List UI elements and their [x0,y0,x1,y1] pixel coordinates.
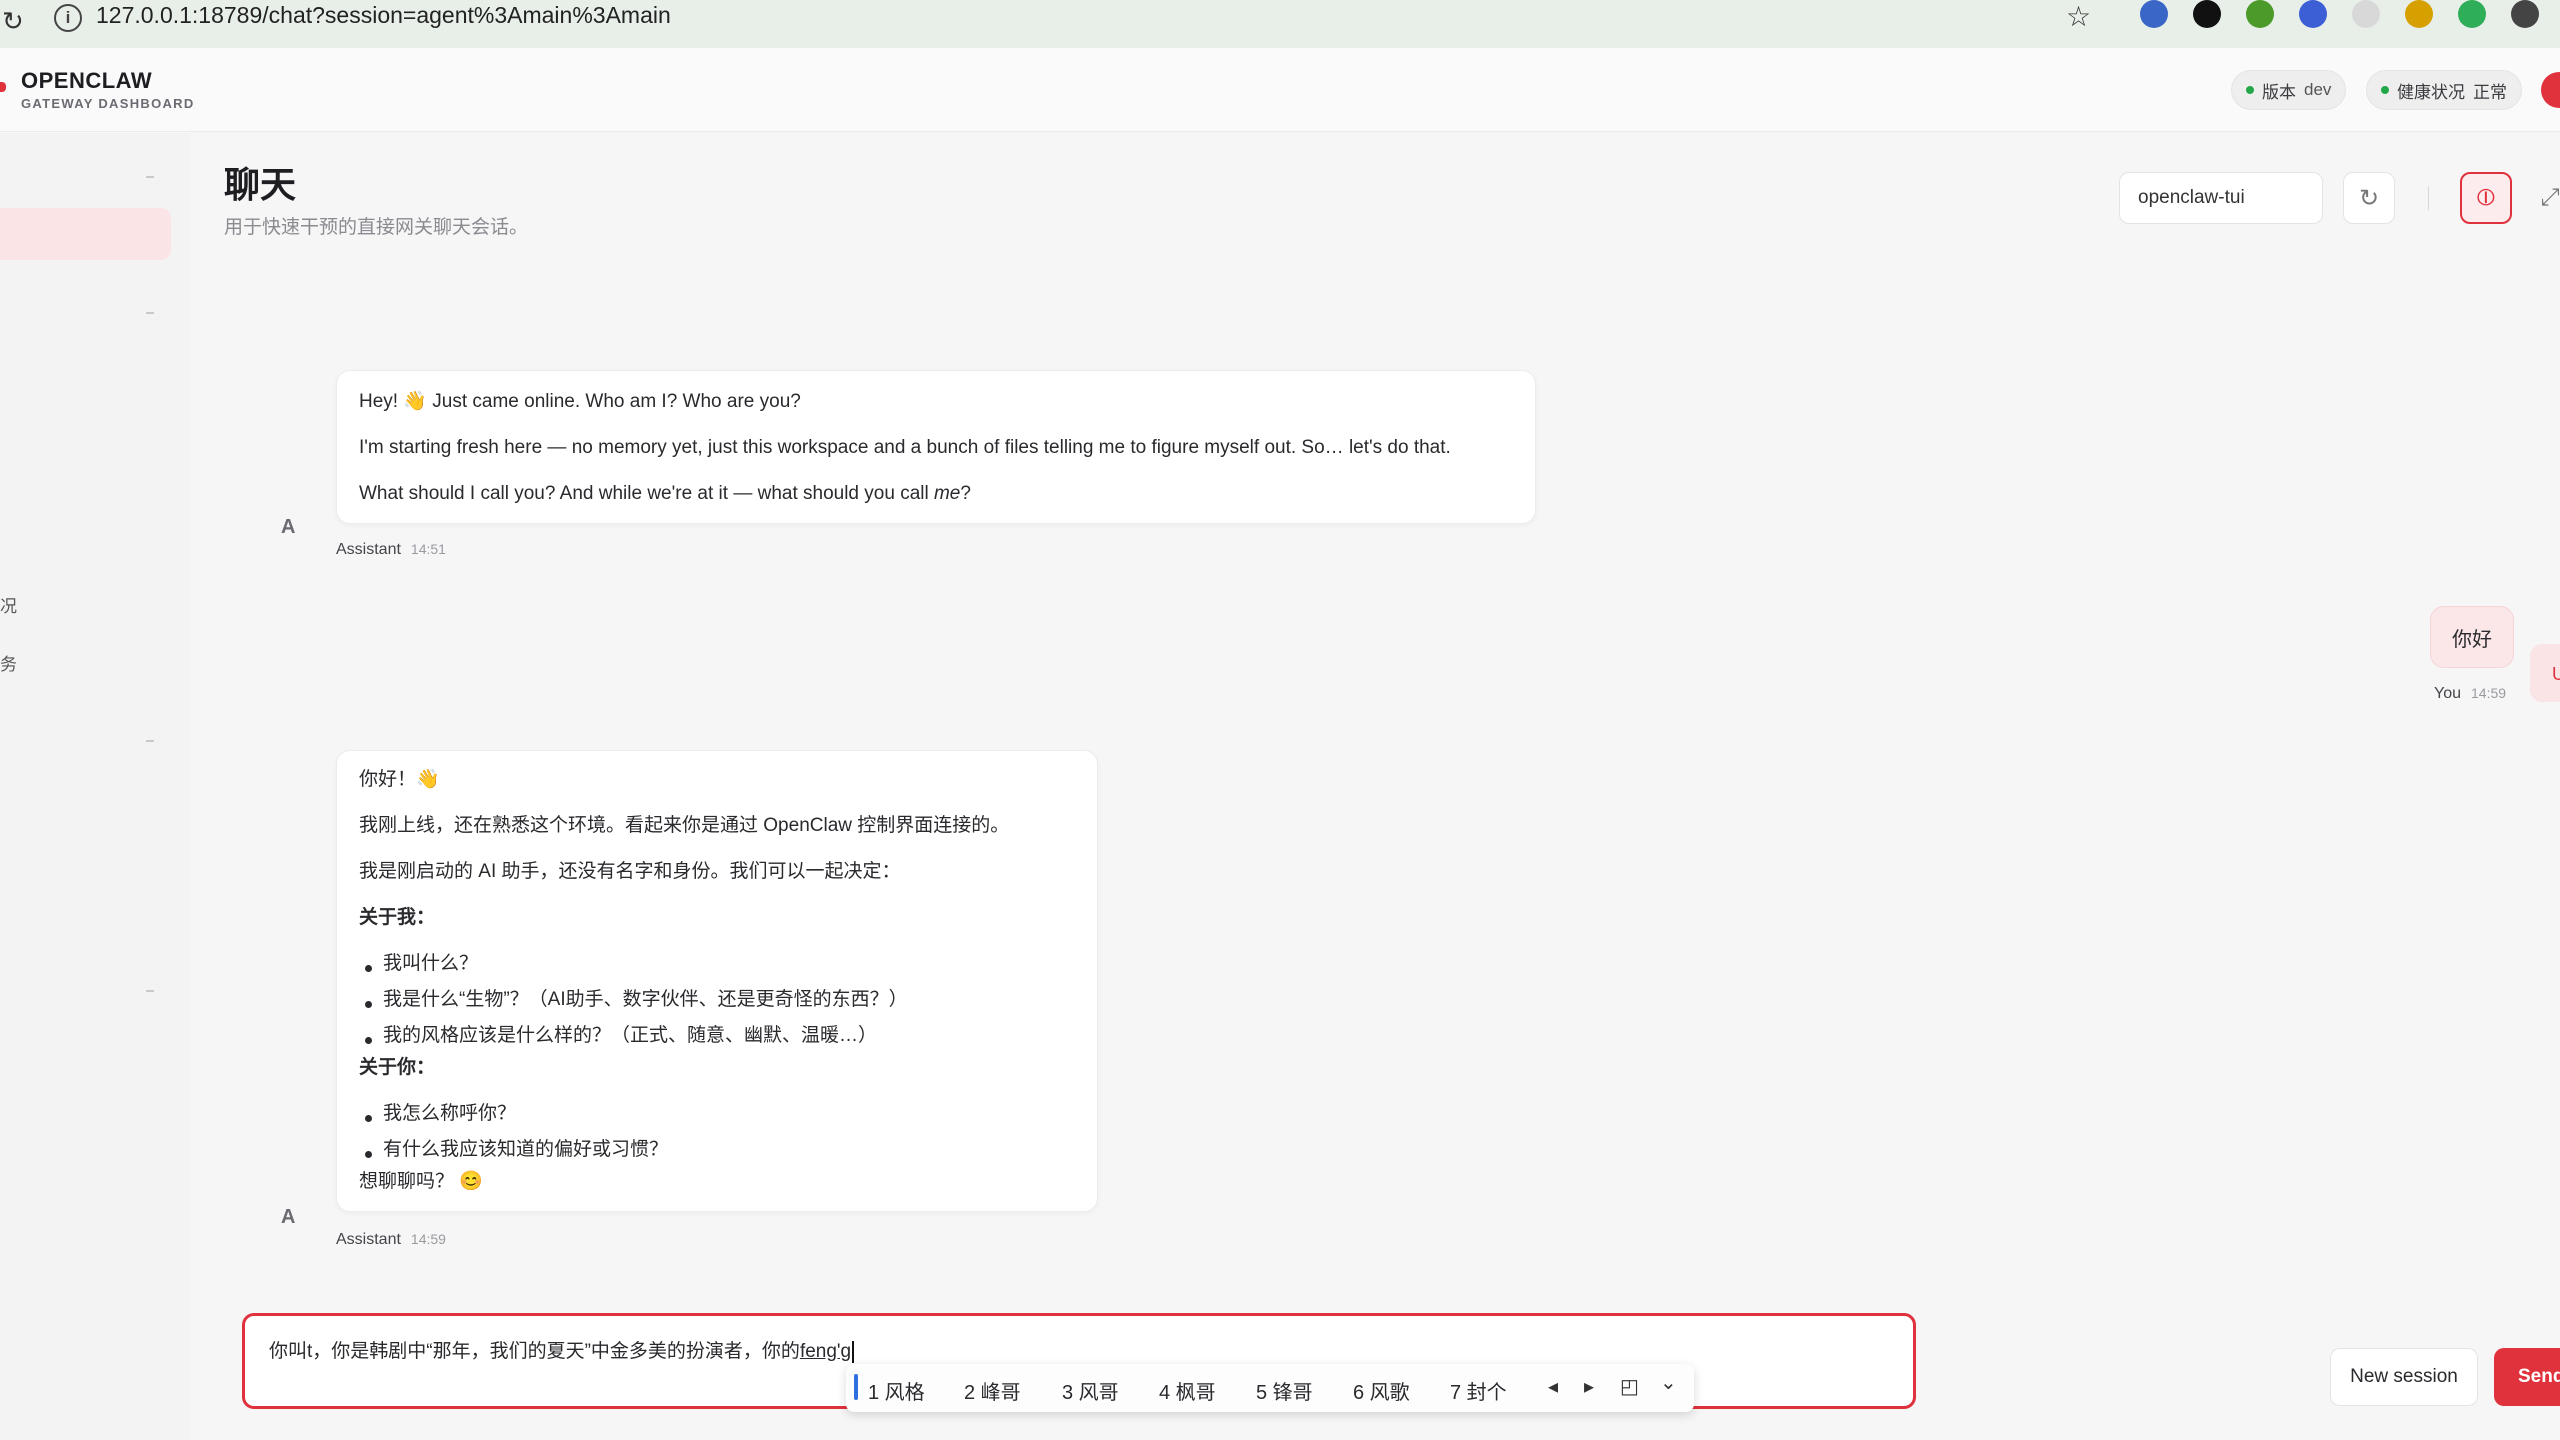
expand-icon: ⤢ [2540,184,2560,211]
message-meta: Assistant 14:51 [336,541,446,558]
list-item: 我怎么称呼你？ [383,1103,517,1124]
health-badge: 健康状况 正常 [2366,70,2522,110]
focus-toggle-button[interactable]: ⦶ [2460,172,2512,224]
ime-tool-icon[interactable]: ◰ [1620,1374,1639,1399]
assistant-avatar: A [281,1206,296,1228]
ime-candidate[interactable]: 3 风哥 [1062,1376,1119,1405]
list-item: 我叫什么？ [383,953,479,974]
toolbar-divider [2428,186,2429,210]
status-dot [2381,86,2389,94]
logo-mark [0,82,6,92]
ime-composition: feng'g [799,1341,852,1362]
message-line: 我刚上线，还在熟悉这个环境。看起来你是通过 OpenClaw 控制界面连接的。 [359,815,1010,836]
app-header [0,48,2560,132]
sidebar-item-chat[interactable] [0,208,171,260]
sidebar-divider [146,312,154,314]
sidebar-divider [146,990,154,992]
section-heading: 关于我： [359,907,436,928]
ime-candidate[interactable]: 6 风歌 [1353,1376,1410,1405]
sidebar-item-label[interactable]: 务 [0,650,17,675]
expand-button[interactable]: ⤢ [2530,172,2560,224]
message-input-text[interactable]: 你叫t，你是韩剧中“那年，我们的夏天”中金多美的扮演者，你的feng'g [269,1336,855,1363]
message-line: 想聊聊吗？ 😊 [359,1171,483,1192]
focus-icon: ⦶ [2477,184,2495,211]
reload-icon[interactable]: ↻ [2,6,24,37]
assistant-message: 你好！👋 我刚上线，还在熟悉这个环境。看起来你是通过 OpenClaw 控制界面… [336,750,1098,1212]
browser-toolbar: ↻ i 127.0.0.1:18789/chat?session=agent%3… [0,0,2560,48]
health-label: 健康状况 [2397,82,2465,102]
user-avatar: U [2530,644,2560,702]
message-meta: You 14:59 [2434,685,2507,702]
user-message: 你好 [2430,606,2514,668]
ime-expand-icon[interactable]: ⌄ [1660,1370,1677,1395]
brand-title[interactable]: OPENCLAW [21,68,152,94]
session-selector[interactable]: openclaw-tui [2119,172,2323,224]
bullet [365,1151,372,1158]
extension-icon[interactable] [2352,0,2380,28]
extension-icon[interactable] [2246,0,2274,28]
sidebar-divider [146,740,154,742]
ime-candidate-bar: 1 风格 2 峰哥 3 风哥 4 枫哥 5 锋哥 6 风歌 7 封个 ◂ ▸ ◰… [846,1364,1694,1412]
extension-icon[interactable] [2140,0,2168,28]
refresh-button[interactable]: ↻ [2343,172,2395,224]
new-session-button[interactable]: New session [2330,1348,2478,1406]
ime-candidate[interactable]: 7 封个 [1450,1376,1507,1405]
message-line: What should I call you? And while we're … [359,483,971,504]
sidebar [0,133,190,1440]
send-button[interactable]: Send [2494,1348,2560,1406]
extension-icon[interactable] [2405,0,2433,28]
page-title: 聊天 [224,164,297,205]
extension-icon[interactable] [2193,0,2221,28]
version-label: 版本 [2262,82,2296,102]
ime-candidate[interactable]: 1 风格 [868,1376,925,1405]
bullet [365,1115,372,1122]
message-meta: Assistant 14:59 [336,1231,446,1248]
ime-candidate[interactable]: 4 枫哥 [1159,1376,1216,1405]
page-subtitle: 用于快速干预的直接网关聊天会话。 [224,217,529,238]
ime-candidate[interactable]: 2 峰哥 [964,1376,1021,1405]
text-caret [852,1340,855,1363]
status-dot [2246,86,2254,94]
refresh-icon: ↻ [2358,184,2380,212]
message-line: 你好！👋 [359,769,440,790]
bullet [365,1037,372,1044]
ime-selection-indicator [854,1374,858,1400]
message-line: Hey! 👋 Just came online. Who am I? Who a… [359,391,801,412]
ime-candidate[interactable]: 5 锋哥 [1256,1376,1313,1405]
version-value: dev [2304,80,2332,99]
ime-next-page-icon[interactable]: ▸ [1584,1374,1594,1399]
list-item: 我的风格应该是什么样的？（正式、随意、幽默、温暖…） [383,1025,878,1046]
message-line: I'm starting fresh here — no memory yet,… [359,437,1451,458]
health-value: 正常 [2473,82,2507,102]
bullet [365,1001,372,1008]
list-item: 有什么我应该知道的偏好或习惯？ [383,1139,669,1160]
version-badge: 版本 dev [2231,70,2347,110]
message-line: 我是刚启动的 AI 助手，还没有名字和身份。我们可以一起决定： [359,861,901,882]
ime-prev-page-icon[interactable]: ◂ [1548,1374,1558,1399]
sidebar-divider [146,176,154,178]
bullet [365,965,372,972]
site-info-icon[interactable]: i [54,4,82,32]
bookmark-star-icon[interactable]: ☆ [2066,0,2091,33]
address-bar[interactable]: 127.0.0.1:18789/chat?session=agent%3Amai… [96,0,671,30]
extensions-puzzle-icon[interactable] [2511,0,2539,28]
assistant-message: Hey! 👋 Just came online. Who am I? Who a… [336,370,1536,524]
list-item: 我是什么“生物”？（AI助手、数字伙伴、还是更奇怪的东西？） [383,989,908,1010]
sidebar-item-label[interactable]: 况 [0,592,17,617]
extension-icon[interactable] [2299,0,2327,28]
extension-icon[interactable] [2458,0,2486,28]
brand-subtitle: GATEWAY DASHBOARD [21,96,195,111]
assistant-avatar: A [281,516,296,538]
section-heading: 关于你： [359,1057,436,1078]
